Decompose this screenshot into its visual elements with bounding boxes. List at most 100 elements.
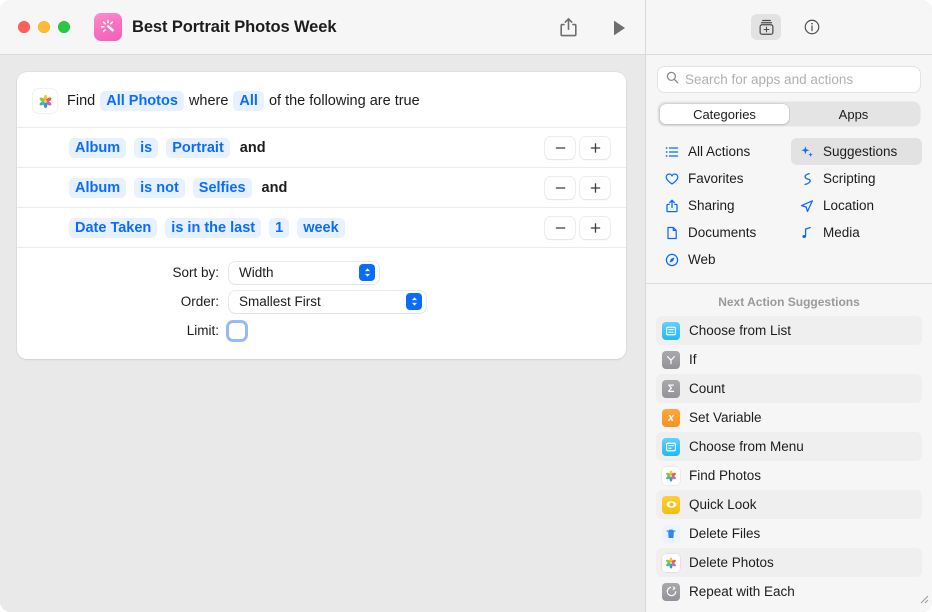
condition-unit-token[interactable]: week	[297, 218, 344, 238]
list-bullet-icon	[664, 144, 679, 159]
category-item-documents[interactable]: Documents	[656, 219, 787, 246]
suggestions-list: Choose from List If Σ Count x Set Variab…	[646, 316, 932, 612]
document-icon	[664, 225, 679, 240]
safari-compass-icon	[664, 252, 679, 267]
row-buttons	[545, 216, 610, 239]
heart-icon	[664, 171, 679, 186]
tab-apps[interactable]: Apps	[789, 104, 918, 124]
list-item[interactable]: Choose from Menu	[656, 432, 922, 461]
list-item[interactable]: Find Photos	[656, 461, 922, 490]
sort-by-label: Sort by:	[17, 265, 229, 280]
remove-condition-button[interactable]	[545, 136, 575, 159]
action-library-pane: Categories Apps All Actions	[645, 0, 932, 612]
condition-tokens: Date Taken is in the last 1 week	[69, 218, 345, 238]
condition-operator-token[interactable]: is in the last	[165, 218, 261, 238]
list-item[interactable]: Repeat with Each	[656, 577, 922, 606]
condition-field-token[interactable]: Album	[69, 178, 126, 198]
paper-plane-icon	[799, 198, 814, 213]
suggestion-label: Choose from Menu	[689, 439, 804, 454]
list-item[interactable]: Choose from List	[656, 316, 922, 345]
action-library-icon[interactable]	[751, 14, 781, 40]
search-icon	[666, 71, 679, 89]
titlebar: Best Portrait Photos Week	[0, 0, 645, 55]
suggestions-header: Next Action Suggestions	[646, 284, 932, 316]
condition-conjunction: and	[240, 140, 266, 156]
close-button[interactable]	[18, 21, 30, 33]
titlebar-actions	[557, 0, 629, 55]
condition-row: Album is Portrait and	[17, 127, 626, 167]
category-item-all-actions[interactable]: All Actions	[656, 138, 787, 165]
shortcuts-window: Best Portrait Photos Week	[0, 0, 932, 612]
add-condition-button[interactable]	[580, 136, 610, 159]
add-condition-button[interactable]	[580, 216, 610, 239]
count-sigma-icon: Σ	[662, 380, 680, 398]
condition-row: Album is not Selfies and	[17, 167, 626, 207]
remove-condition-button[interactable]	[545, 216, 575, 239]
suggestion-label: Set Variable	[689, 410, 762, 425]
library-toolbar	[646, 0, 932, 55]
category-item-suggestions[interactable]: Suggestions	[791, 138, 922, 165]
zoom-button[interactable]	[58, 21, 70, 33]
script-icon	[799, 171, 814, 186]
category-item-web[interactable]: Web	[656, 246, 787, 273]
list-item[interactable]: Delete Files	[656, 519, 922, 548]
search-input[interactable]	[685, 72, 912, 87]
suggestion-label: If	[689, 352, 697, 367]
condition-operator-token[interactable]: is	[134, 138, 158, 158]
list-item[interactable]: Quick Look	[656, 490, 922, 519]
condition-field-token[interactable]: Album	[69, 138, 126, 158]
category-item-favorites[interactable]: Favorites	[656, 165, 787, 192]
suggestion-label: Count	[689, 381, 725, 396]
search-box[interactable]	[658, 67, 920, 92]
condition-value-token[interactable]: 1	[269, 218, 289, 238]
condition-field-token[interactable]: Date Taken	[69, 218, 157, 238]
category-item-scripting[interactable]: Scripting	[791, 165, 922, 192]
condition-tokens: Album is Portrait and	[69, 138, 266, 158]
share-icon	[664, 198, 679, 213]
photos-app-icon	[33, 89, 57, 113]
condition-value-token[interactable]: Portrait	[166, 138, 230, 158]
list-item[interactable]: x Set Variable	[656, 403, 922, 432]
minimize-button[interactable]	[38, 21, 50, 33]
sparkles-icon	[799, 144, 814, 159]
editor-pane: Best Portrait Photos Week	[0, 0, 645, 612]
category-item-location[interactable]: Location	[791, 192, 922, 219]
add-condition-button[interactable]	[580, 176, 610, 199]
list-item[interactable]: Delete Photos	[656, 548, 922, 577]
sort-by-dropdown[interactable]: Width	[229, 262, 379, 284]
condition-value-token[interactable]: Selfies	[193, 178, 252, 198]
list-item[interactable]: Σ Count	[656, 374, 922, 403]
chevron-up-down-icon	[359, 264, 375, 281]
find-photos-action-card[interactable]: Find All Photos where All of the followi…	[17, 72, 626, 359]
resize-grip[interactable]	[918, 591, 929, 609]
remove-condition-button[interactable]	[545, 176, 575, 199]
limit-row: Limit:	[17, 316, 626, 345]
sort-by-row: Sort by: Width	[17, 258, 626, 287]
category-item-media[interactable]: Media	[791, 219, 922, 246]
category-label: Media	[823, 225, 860, 240]
category-item-sharing[interactable]: Sharing	[656, 192, 787, 219]
suggestion-label: Find Photos	[689, 468, 761, 483]
photos-app-icon	[662, 467, 680, 485]
condition-tokens: Album is not Selfies and	[69, 178, 287, 198]
sort-options: Sort by: Width Order: Smallest First	[17, 247, 626, 359]
category-label: Favorites	[688, 171, 744, 186]
run-play-icon[interactable]	[609, 17, 629, 39]
category-label: Web	[688, 252, 716, 267]
suggestion-label: Choose from List	[689, 323, 791, 338]
info-icon[interactable]	[797, 14, 827, 40]
limit-checkbox[interactable]	[229, 323, 245, 339]
condition-rows: Album is Portrait and	[17, 127, 626, 247]
chevron-up-down-icon	[406, 293, 422, 310]
find-label: Find	[67, 93, 100, 109]
tab-categories[interactable]: Categories	[660, 104, 789, 124]
match-token[interactable]: All	[233, 91, 264, 111]
library-tabs: Categories Apps	[658, 102, 920, 126]
share-icon[interactable]	[557, 15, 580, 40]
source-token[interactable]: All Photos	[100, 91, 184, 111]
order-dropdown[interactable]: Smallest First	[229, 291, 426, 313]
condition-operator-token[interactable]: is not	[134, 178, 185, 198]
limit-label: Limit:	[17, 323, 229, 338]
where-label: where	[184, 93, 234, 109]
list-item[interactable]: If	[656, 345, 922, 374]
